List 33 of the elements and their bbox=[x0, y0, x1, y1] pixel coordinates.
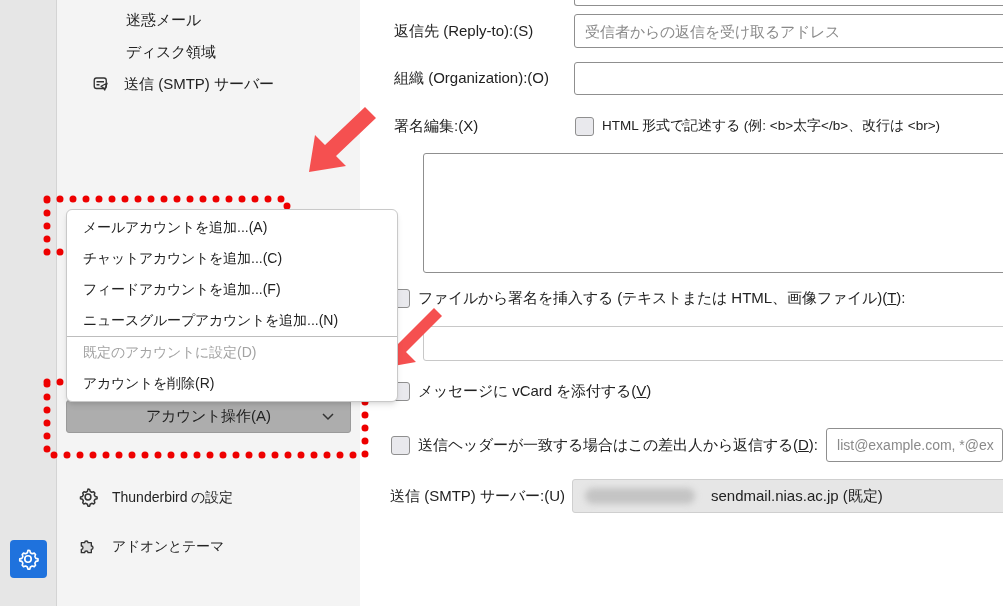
menu-item[interactable]: アカウントを削除(R) bbox=[67, 368, 397, 399]
checkbox-label: メッセージに vCard を添付する(V) bbox=[418, 380, 652, 401]
checkbox-label: 送信ヘッダーが一致する場合はこの差出人から返信する(D): bbox=[418, 434, 818, 455]
sidebar-item[interactable]: アドオンとテーマ bbox=[57, 530, 360, 562]
sidebar-item[interactable]: Thunderbird の設定 bbox=[57, 481, 360, 513]
address-list-field[interactable]: list@example.com, *@ex bbox=[826, 428, 1003, 462]
sidebar-item[interactable]: 送信 (SMTP) サーバー bbox=[57, 68, 274, 100]
input-field[interactable] bbox=[574, 0, 1003, 6]
checkbox-label: HTML 形式で記述する (例: <b>太字</b>、改行は <br>) bbox=[602, 116, 941, 135]
settings-icon bbox=[78, 487, 98, 507]
menu-item[interactable]: メールアカウントを追加...(A) bbox=[67, 212, 397, 243]
field-label: 署名編集:(X) bbox=[394, 115, 480, 136]
menu-item[interactable]: ニュースグループアカウントを追加...(N) bbox=[67, 305, 397, 336]
field-label: 送信 (SMTP) サーバー:(U) bbox=[390, 485, 566, 506]
menu-item[interactable]: フィードアカウントを追加...(F) bbox=[67, 274, 397, 305]
settings-icon bbox=[17, 548, 39, 570]
checkbox[interactable] bbox=[391, 435, 410, 455]
checkbox-label: ファイルから署名を挿入する (テキストまたは HTML、画像ファイル)(T): bbox=[418, 287, 906, 308]
chevron-icon bbox=[322, 412, 334, 421]
file-path-field[interactable] bbox=[423, 326, 1003, 361]
account-actions-button[interactable]: アカウント操作(A) bbox=[66, 400, 351, 433]
field-label: 組織 (Organization):(O) bbox=[394, 68, 551, 89]
checkbox[interactable] bbox=[575, 116, 594, 136]
sidebar-item[interactable]: ディスク領域 bbox=[57, 40, 216, 64]
menu-item[interactable]: チャットアカウントを追加...(C) bbox=[67, 243, 397, 274]
outbox-icon bbox=[92, 75, 110, 93]
smtp-server-select[interactable]: sendmail.nias.ac.jp (既定) bbox=[572, 479, 1003, 513]
settings-button[interactable] bbox=[9, 540, 47, 578]
field-label: 返信先 (Reply-to):(S) bbox=[394, 20, 535, 41]
organization-field[interactable] bbox=[574, 62, 1003, 95]
sidebar-item[interactable]: 迷惑メール bbox=[57, 8, 201, 32]
annotation-arrow bbox=[309, 107, 376, 172]
reply-to-field[interactable]: 受信者からの返信を受け取るアドレス bbox=[574, 14, 1003, 48]
